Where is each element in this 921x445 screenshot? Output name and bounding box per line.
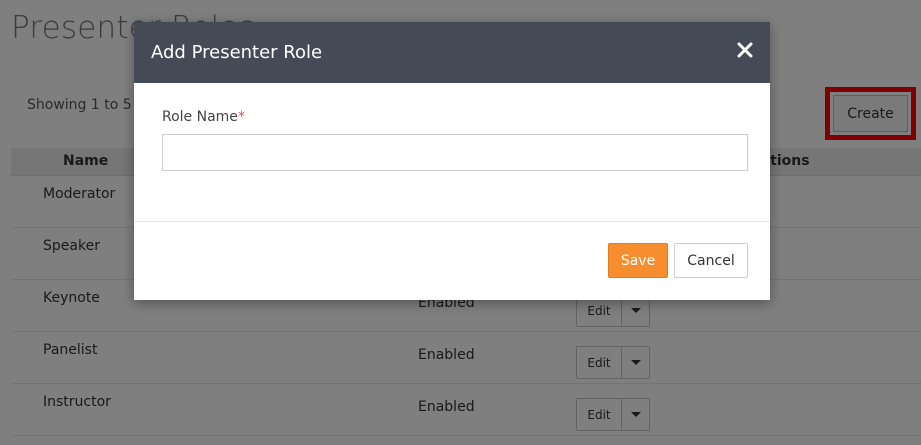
role-name-label: Role Name* [162, 109, 245, 125]
required-asterisk: * [237, 109, 245, 125]
modal-body: Role Name* [134, 83, 770, 222]
modal-title: Add Presenter Role [151, 42, 323, 63]
cancel-button[interactable]: Cancel [674, 243, 748, 278]
role-name-label-text: Role Name [162, 109, 238, 125]
save-button[interactable]: Save [608, 243, 668, 278]
modal-header: Add Presenter Role [134, 22, 770, 83]
add-presenter-role-dialog: Add Presenter Role Role Name* Save Cance… [134, 22, 770, 300]
role-name-input[interactable] [162, 134, 748, 171]
close-icon[interactable] [735, 38, 755, 62]
close-icon-glyph [737, 42, 753, 58]
